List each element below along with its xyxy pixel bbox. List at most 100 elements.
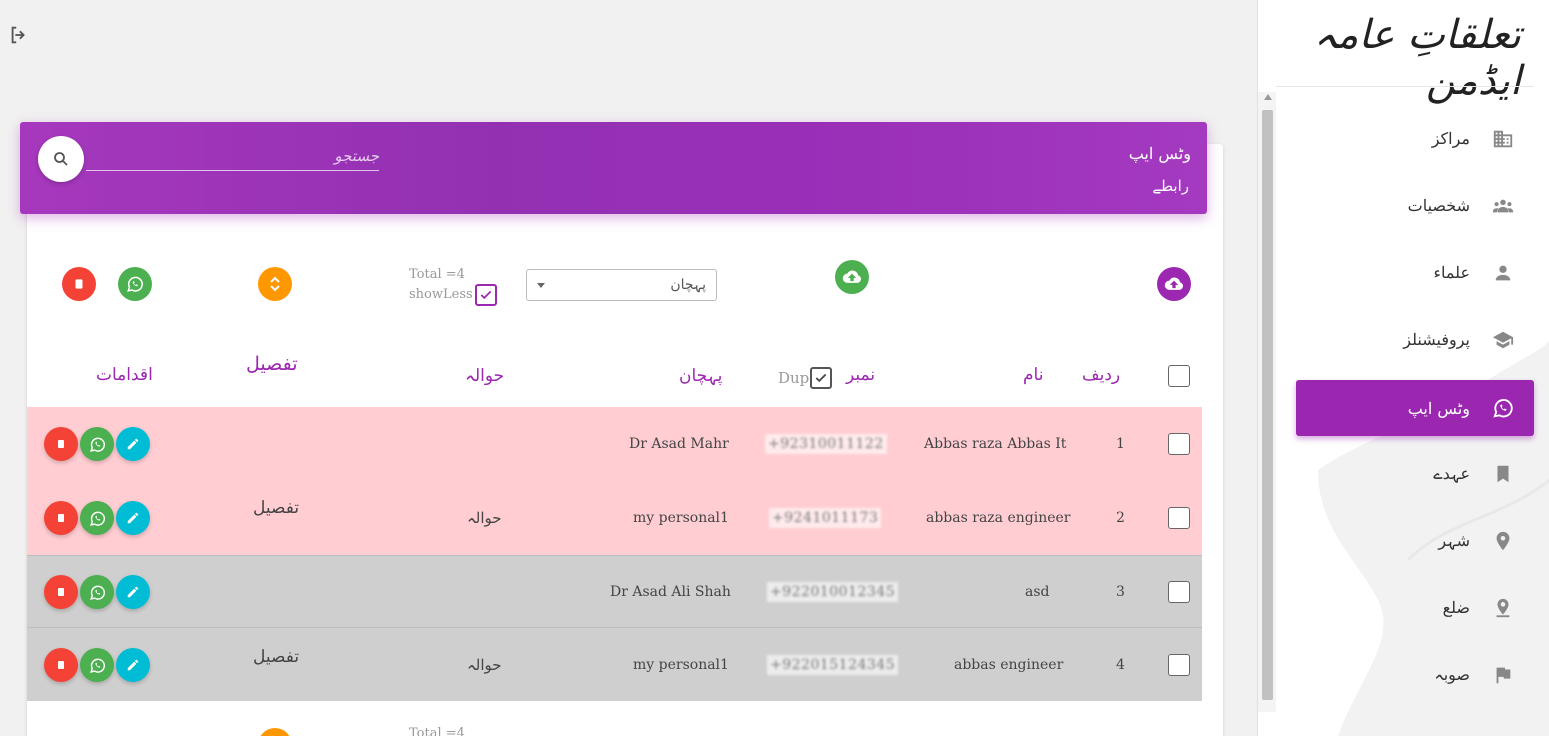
row-name: asd: [1025, 584, 1050, 600]
pencil-icon: [127, 512, 139, 524]
whatsapp-button[interactable]: [80, 427, 114, 461]
trash-icon: [58, 514, 64, 522]
header-subtitle: رابطے: [1152, 177, 1189, 195]
identity-select[interactable]: پہچان: [526, 269, 717, 301]
scroll-thumb[interactable]: [1262, 110, 1273, 700]
show-less-label: showLess: [409, 287, 473, 302]
header-details: تفصیل: [246, 353, 298, 375]
sidebar-item-label: عہدے: [1433, 464, 1470, 483]
card-header: وٹس ایپ رابطے: [20, 122, 1207, 214]
search-button[interactable]: [38, 136, 84, 182]
header-actions: اقدامات: [96, 365, 153, 385]
select-all-checkbox[interactable]: [1168, 365, 1190, 387]
table-row: 2 abbas raza engineer +9241011173 my per…: [27, 481, 1202, 555]
delete-button[interactable]: [44, 427, 78, 461]
dup-label: Dup: [778, 369, 810, 387]
whatsapp-all-button[interactable]: [118, 267, 152, 301]
edit-button[interactable]: [116, 575, 150, 609]
row-actions: [44, 648, 152, 682]
search-underline: [86, 170, 379, 171]
upload-button-purple[interactable]: [1157, 267, 1191, 301]
row-identity: my personal1: [633, 510, 729, 526]
header-name: نام: [1023, 365, 1044, 385]
total-indicator: Total =4 showLess: [409, 266, 497, 306]
row-checkbox-cell: [1168, 481, 1190, 555]
sort-icon: [270, 276, 280, 292]
table-row: 3 asd +922010012345 Dr Asad Ali Shah: [27, 555, 1202, 627]
sort-button[interactable]: [258, 267, 292, 301]
table-row: 4 abbas engineer +922015124345 my person…: [27, 627, 1202, 701]
header-reference: حوالہ: [465, 366, 505, 386]
dup-checkbox[interactable]: [810, 367, 833, 389]
row-name: abbas raza engineer: [926, 510, 1071, 526]
sidebar-item-district[interactable]: ضلع: [1296, 574, 1534, 641]
trash-icon: [58, 661, 64, 669]
cloud-upload-icon: [842, 270, 861, 283]
flag-icon: [1496, 667, 1511, 683]
header-identity: پہچان: [679, 366, 723, 386]
people-icon: [1492, 199, 1514, 212]
delete-all-button[interactable]: [62, 267, 96, 301]
show-less-checkbox[interactable]: [474, 284, 497, 306]
upload-button-green[interactable]: [835, 260, 869, 294]
whatsapp-button[interactable]: [80, 575, 114, 609]
sidebar-item-personalities[interactable]: شخصیات: [1296, 172, 1534, 239]
whatsapp-icon: [89, 511, 105, 526]
sidebar-item-label: شخصیات: [1407, 196, 1470, 215]
row-checkbox-cell: [1168, 407, 1190, 481]
row-details: تفصیل: [253, 647, 300, 667]
edit-button[interactable]: [116, 648, 150, 682]
sidebar-item-province[interactable]: صوبہ: [1296, 641, 1534, 708]
row-details: تفصیل: [253, 498, 300, 518]
whatsapp-button[interactable]: [80, 648, 114, 682]
edit-button[interactable]: [116, 501, 150, 535]
row-checkbox[interactable]: [1168, 433, 1190, 455]
row-no: 1: [1116, 436, 1125, 452]
location-pin-outline-icon: [1496, 598, 1510, 617]
chevron-down-icon: [537, 282, 545, 288]
delete-button[interactable]: [44, 648, 78, 682]
row-no: 3: [1116, 584, 1125, 600]
sidebar-item-positions[interactable]: عہدے: [1296, 440, 1534, 507]
sidebar-item-centers[interactable]: مراکز: [1296, 105, 1534, 172]
row-checkbox[interactable]: [1168, 507, 1190, 529]
search-input[interactable]: [86, 142, 379, 170]
row-actions: [44, 575, 152, 609]
logout-icon[interactable]: [8, 24, 30, 46]
row-name: abbas engineer: [954, 657, 1064, 673]
trash-icon: [58, 440, 64, 448]
row-reference: حوالہ: [467, 509, 502, 527]
row-number: +92310011122: [765, 434, 887, 454]
dup-toggle: Dup: [778, 367, 833, 389]
table-row: 1 Abbas raza Abbas It +92310011122 Dr As…: [27, 407, 1202, 481]
edit-button[interactable]: [116, 427, 150, 461]
row-checkbox[interactable]: [1168, 654, 1190, 676]
row-checkbox[interactable]: [1168, 581, 1190, 603]
cloud-upload-icon: [1164, 277, 1183, 290]
trash-icon: [75, 279, 83, 289]
header-title: وٹس ایپ: [1128, 144, 1191, 163]
sidebar-item-label: ضلع: [1442, 598, 1470, 617]
select-value: پہچان: [670, 277, 706, 293]
person-icon: [1495, 265, 1511, 280]
sidebar: تعلقاتِ عامہ ایڈمن مراکز شخصیات علماء پر…: [1257, 0, 1549, 736]
sidebar-nav: مراکز شخصیات علماء پروفیشنلز وٹس ایپ عہد…: [1296, 105, 1534, 708]
whatsapp-icon: [127, 276, 143, 292]
sidebar-item-label: پروفیشنلز: [1403, 330, 1470, 349]
sidebar-item-city[interactable]: شہر: [1296, 507, 1534, 574]
delete-button[interactable]: [44, 501, 78, 535]
row-reference: حوالہ: [467, 656, 502, 674]
whatsapp-button[interactable]: [80, 501, 114, 535]
sidebar-item-scholars[interactable]: علماء: [1296, 239, 1534, 306]
row-no: 2: [1116, 510, 1125, 526]
sidebar-scrollbar[interactable]: [1258, 92, 1276, 712]
sidebar-item-whatsapp[interactable]: وٹس ایپ: [1296, 380, 1534, 436]
footer-total-label: Total =4: [409, 726, 465, 736]
divider: [1276, 86, 1534, 87]
whatsapp-icon: [89, 658, 105, 673]
pencil-icon: [127, 586, 139, 598]
scroll-up-arrow[interactable]: [1264, 94, 1272, 100]
delete-button[interactable]: [44, 575, 78, 609]
bookmark-icon: [1497, 465, 1509, 482]
sidebar-item-professionals[interactable]: پروفیشنلز: [1296, 306, 1534, 373]
